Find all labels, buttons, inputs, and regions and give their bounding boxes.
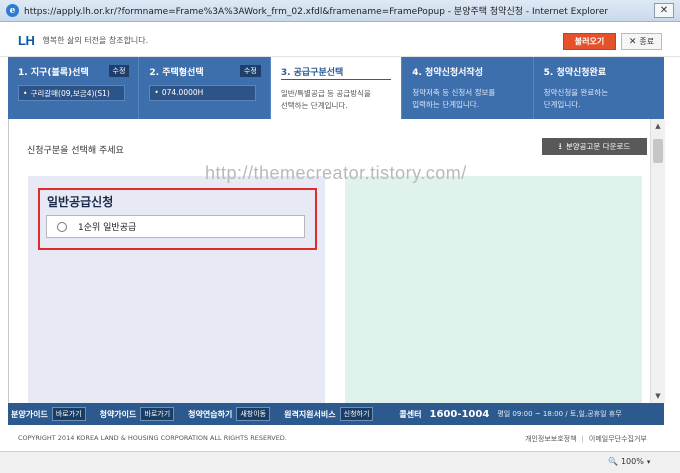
scroll-up-arrow-icon[interactable]: ▲	[651, 119, 665, 133]
step-5-complete: 5. 청약신청완료 청약신청을 완료하는 단계입니다.	[534, 57, 664, 119]
sale-guide-link[interactable]: 바로가기	[51, 407, 86, 421]
step-1-district[interactable]: 1. 지구(블록)선택 수정 • 구리갈매(09,보금4)(S1)	[8, 57, 140, 119]
empty-right-panel	[345, 176, 642, 403]
policy-links: 개인정보보호정책 | 이메일무단수집거부	[525, 435, 647, 443]
footer-item-remote-support: 원격지원서비스 신청하기	[284, 407, 374, 421]
remote-support-link[interactable]: 신청하기	[339, 407, 374, 421]
vertical-scrollbar[interactable]: ▲ ▼	[650, 119, 665, 403]
step-3-supply-type: 3. 공급구분선택 일반/특별공급 등 공급방식을 선택하는 단계입니다.	[270, 57, 403, 126]
footer-item-application-guide: 청약가이드 바로가기	[100, 407, 175, 421]
step-desc: 청약저축 등 신청서 정보를 입력하는 단계입니다.	[412, 88, 496, 109]
internet-explorer-icon: e	[6, 4, 19, 17]
call-center-phone: 1600-1004	[429, 408, 490, 420]
exit-button[interactable]: ✕ 종료	[621, 33, 662, 50]
zoom-icon: 🔍	[608, 457, 618, 466]
call-center-label: 콜센터	[399, 409, 422, 419]
step-1-value: • 구리갈매(09,보금4)(S1)	[18, 85, 125, 101]
window-title: https://apply.lh.or.kr/?formname=Frame%3…	[24, 7, 609, 17]
step-2-value: • 074.0000H	[149, 85, 257, 101]
close-icon: ✕	[628, 36, 637, 47]
window-close-button[interactable]: ✕	[654, 3, 674, 18]
load-button[interactable]: 불러오기	[563, 33, 616, 50]
lh-logo: LH 행복한 삶의 터전을 창조합니다.	[18, 33, 148, 48]
watermark-text: http://themecreator.tistory.com/	[205, 163, 467, 183]
logo-text: LH	[18, 33, 35, 48]
application-guide-link[interactable]: 바로가기	[140, 407, 175, 421]
copyright-bar: COPYRIGHT 2014 KOREA LAND & HOUSING CORP…	[0, 425, 680, 451]
browser-statusbar: 🔍 100% ▾	[0, 451, 680, 473]
bullet-icon: •	[154, 88, 159, 97]
download-icon: ⭳	[558, 141, 562, 152]
privacy-policy-link[interactable]: 개인정보보호정책	[525, 435, 577, 443]
step-2-edit-button[interactable]: 수정	[239, 65, 261, 77]
footer-nav: 분양가이드 바로가기 청약가이드 바로가기 청약연습하기 새창이동 원격지원서비…	[8, 403, 664, 425]
footer-item-sale-guide: 분양가이드 바로가기	[11, 407, 86, 421]
step-4-application-form: 4. 청약신청서작성 청약저축 등 신청서 정보를 입력하는 단계입니다.	[402, 57, 534, 119]
zoom-level: 100%	[620, 457, 644, 466]
email-refusal-link[interactable]: 이메일무단수집거부	[589, 435, 647, 443]
call-center-hours: 평일 09:00 ~ 18:00 / 토,일,공휴일 휴무	[497, 410, 622, 418]
download-notice-button[interactable]: ⭳ 분양공고문 다운로드	[542, 138, 647, 155]
section-title: 일반공급신청	[47, 195, 114, 209]
page-header: LH 행복한 삶의 터전을 창조합니다. 불러오기 ✕ 종료	[0, 22, 680, 57]
bullet-icon: •	[23, 89, 28, 98]
scroll-down-arrow-icon[interactable]: ▼	[651, 389, 665, 403]
step-title: 4. 청약신청서작성	[412, 68, 483, 78]
step-title: 3. 공급구분선택	[280, 68, 344, 78]
close-icon: ✕	[659, 5, 669, 16]
main-content: 신청구분을 선택해 주세요 ⭳ 분양공고문 다운로드 http://themec…	[8, 119, 665, 403]
scrollbar-thumb[interactable]	[653, 139, 663, 163]
step-desc: 청약신청을 완료하는 단계입니다.	[543, 88, 609, 109]
chevron-down-icon: ▾	[646, 457, 651, 466]
option-first-rank-general[interactable]: 1순위 일반공급	[46, 215, 305, 238]
radio-button[interactable]	[57, 221, 67, 232]
slogan: 행복한 삶의 터전을 창조합니다.	[42, 36, 149, 45]
instruction-text: 신청구분을 선택해 주세요	[27, 146, 124, 156]
step-desc: 일반/특별공급 등 공급방식을 선택하는 단계입니다.	[280, 89, 371, 110]
copyright-text: COPYRIGHT 2014 KOREA LAND & HOUSING CORP…	[18, 434, 287, 442]
footer-item-practice: 청약연습하기 새창이동	[188, 407, 271, 421]
option-label: 1순위 일반공급	[78, 223, 137, 233]
active-step-underline	[280, 79, 392, 80]
step-title: 5. 청약신청완료	[543, 68, 607, 78]
step-2-housing-type[interactable]: 2. 주택형선택 수정 • 074.0000H	[139, 57, 271, 119]
zoom-control[interactable]: 🔍 100% ▾	[608, 457, 650, 466]
download-button-label: 분양공고문 다운로드	[565, 142, 631, 151]
window-titlebar: e https://apply.lh.or.kr/?formname=Frame…	[0, 0, 680, 22]
step-1-edit-button[interactable]: 수정	[108, 65, 130, 77]
exit-button-label: 종료	[639, 37, 655, 46]
practice-link[interactable]: 새창이동	[236, 407, 271, 421]
step-navigation: 1. 지구(블록)선택 수정 • 구리갈매(09,보금4)(S1) 2. 주택형선…	[8, 57, 664, 126]
